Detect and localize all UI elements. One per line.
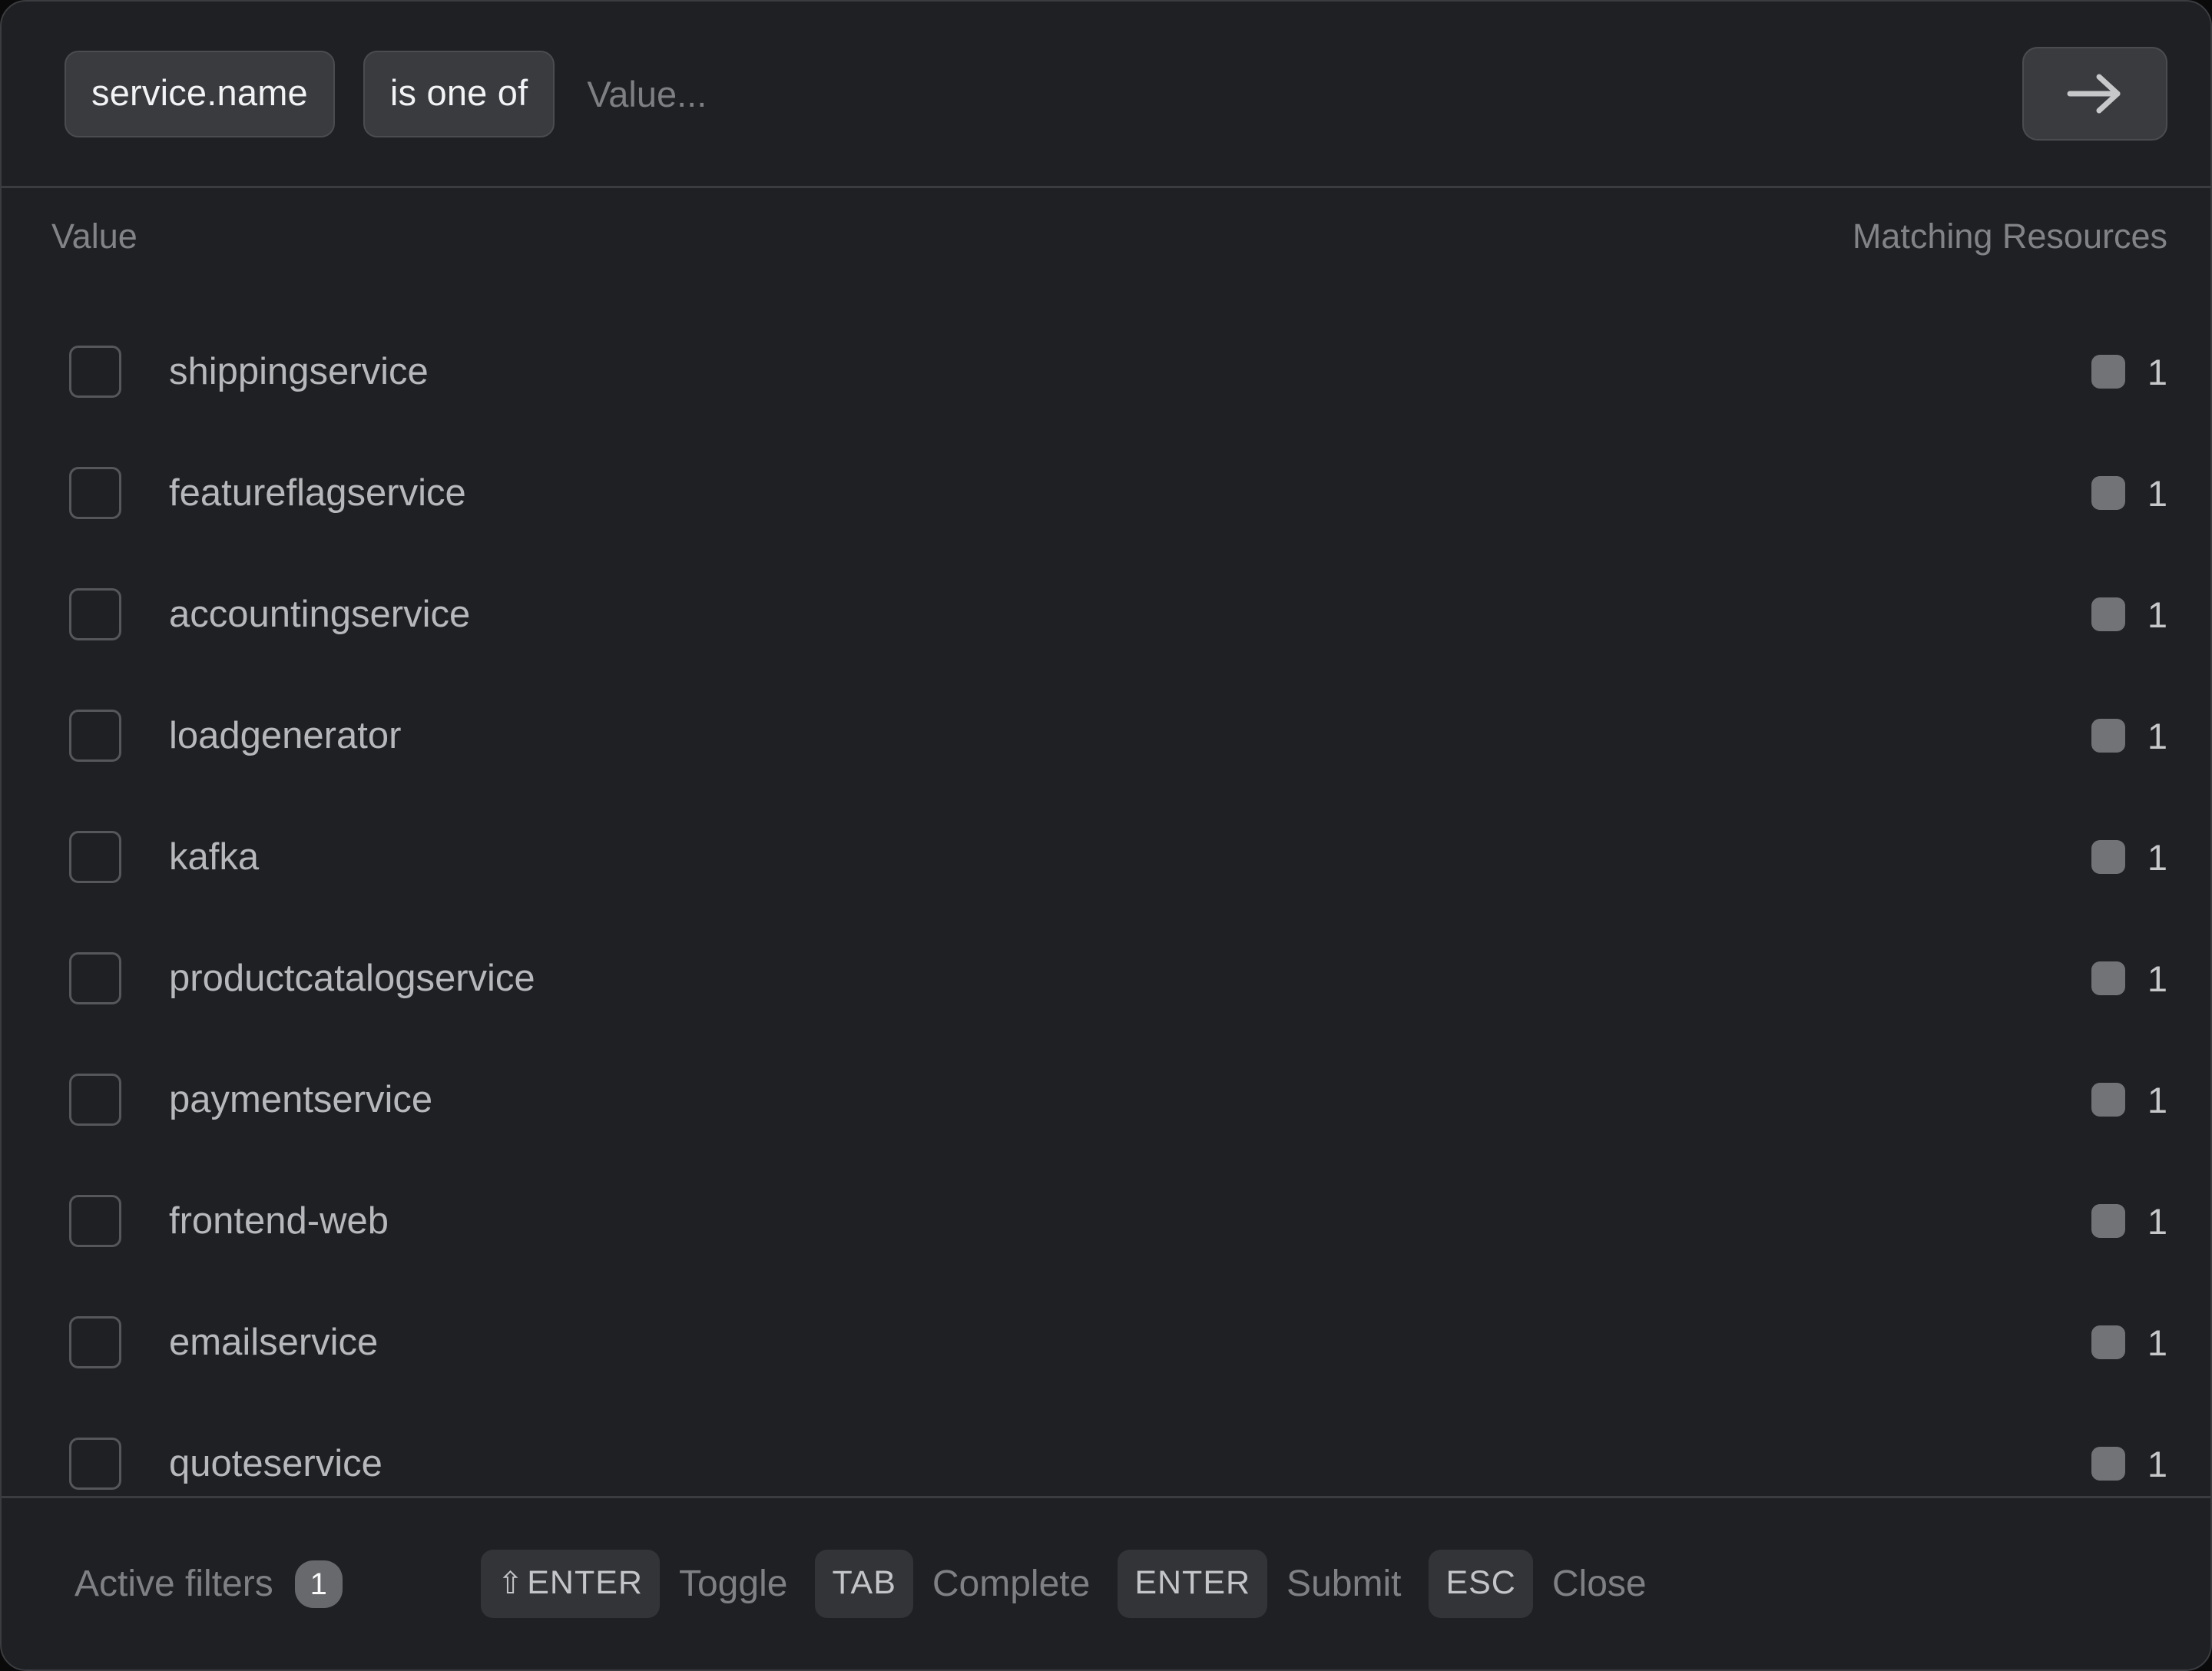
option-checkbox[interactable] [69, 1438, 121, 1490]
matching-resources-cell: 1 [2091, 475, 2167, 511]
matching-resources-count: 1 [2147, 961, 2167, 997]
matching-resources-count: 1 [2147, 1325, 2167, 1361]
list-column-headers: Value Matching Resources [2, 188, 2210, 283]
shortcut-key-label: TAB [832, 1567, 896, 1600]
resource-swatch-icon [2091, 1083, 2125, 1117]
filter-value-picker-panel: service.name is one of Value... Value Ma… [0, 0, 2212, 1671]
option-label: emailservice [169, 1324, 2091, 1362]
resource-swatch-icon [2091, 1204, 2125, 1238]
active-filters-label: Active filters [75, 1566, 273, 1603]
option-checkbox[interactable] [69, 346, 121, 398]
matching-resources-count: 1 [2147, 597, 2167, 633]
value-option-row[interactable]: emailservice 1 [2, 1282, 2210, 1403]
value-option-row[interactable]: accountingservice 1 [2, 554, 2210, 675]
option-label: shippingservice [169, 353, 2091, 391]
value-options-list: shippingservice1featureflagservice1accou… [2, 283, 2210, 1496]
matching-resources-count: 1 [2147, 354, 2167, 390]
shortcut-key-chip[interactable]: TAB [815, 1550, 912, 1618]
resource-swatch-icon [2091, 719, 2125, 753]
value-option-row[interactable]: featureflagservice 1 [2, 432, 2210, 554]
matching-resources-cell: 1 [2091, 1325, 2167, 1361]
matching-resources-cell: 1 [2091, 1203, 2167, 1239]
matching-resources-cell: 1 [2091, 354, 2167, 390]
resource-swatch-icon [2091, 476, 2125, 510]
option-label: featureflagservice [169, 475, 2091, 512]
resource-swatch-icon [2091, 1325, 2125, 1359]
shortcut-action-label: Complete [932, 1566, 1090, 1603]
resource-swatch-icon [2091, 961, 2125, 995]
active-filters-indicator[interactable]: Active filters 1 [75, 1560, 343, 1608]
shortcut-key-label: ENTER [527, 1567, 643, 1600]
shortcut-hint: TAB Complete [815, 1550, 1090, 1618]
option-label: accountingservice [169, 596, 2091, 634]
matching-resources-count: 1 [2147, 1082, 2167, 1118]
filter-value-input[interactable]: Value... [587, 76, 2022, 112]
matching-resources-count: 1 [2147, 475, 2167, 511]
matching-resources-count: 1 [2147, 839, 2167, 875]
matching-resources-count: 1 [2147, 1203, 2167, 1239]
option-label: paymentservice [169, 1081, 2091, 1119]
column-header-value: Value [51, 219, 1853, 253]
option-label: productcatalogservice [169, 960, 2091, 998]
filter-field-chip[interactable]: service.name [65, 51, 335, 137]
option-checkbox[interactable] [69, 952, 121, 1004]
submit-filter-button[interactable] [2022, 47, 2167, 141]
value-option-row[interactable]: frontend-web 1 [2, 1160, 2210, 1282]
option-checkbox[interactable] [69, 1074, 121, 1126]
value-option-row[interactable]: kafka 1 [2, 796, 2210, 918]
matching-resources-count: 1 [2147, 1446, 2167, 1482]
option-checkbox[interactable] [69, 1195, 121, 1247]
arrow-right-icon [2065, 71, 2125, 117]
shortcut-key-chip[interactable]: ESC [1429, 1550, 1532, 1618]
shortcut-action-label: Close [1552, 1566, 1647, 1603]
footer-bar: Active filters 1 ⇧ENTERToggleTABComplete… [2, 1496, 2210, 1669]
option-checkbox[interactable] [69, 831, 121, 883]
query-bar: service.name is one of Value... [2, 2, 2210, 188]
shortcut-hint: ⇧ENTER Toggle [481, 1550, 788, 1618]
option-checkbox[interactable] [69, 710, 121, 762]
value-options-scroll-area[interactable]: shippingservice1featureflagservice1accou… [2, 283, 2210, 1496]
value-option-row[interactable]: productcatalogservice 1 [2, 918, 2210, 1039]
matching-resources-cell: 1 [2091, 1446, 2167, 1482]
shortcut-key-chip[interactable]: ⇧ENTER [481, 1550, 660, 1618]
filter-operator-chip[interactable]: is one of [363, 51, 555, 137]
active-filters-count-badge: 1 [295, 1560, 343, 1608]
resource-swatch-icon [2091, 597, 2125, 631]
shortcut-hint: ENTER Submit [1118, 1550, 1401, 1618]
shortcut-action-label: Submit [1286, 1566, 1401, 1603]
option-label: kafka [169, 839, 2091, 876]
option-checkbox[interactable] [69, 467, 121, 519]
resource-swatch-icon [2091, 355, 2125, 389]
matching-resources-count: 1 [2147, 718, 2167, 754]
column-header-matching-resources: Matching Resources [1853, 219, 2167, 253]
value-option-row[interactable]: loadgenerator 1 [2, 675, 2210, 796]
option-label: frontend-web [169, 1203, 2091, 1240]
option-label: quoteservice [169, 1445, 2091, 1483]
value-option-row[interactable]: quoteservice 1 [2, 1403, 2210, 1496]
shortcut-key-label: ENTER [1134, 1567, 1250, 1600]
keyboard-shortcut-hints: ⇧ENTERToggleTABCompleteENTERSubmitESCClo… [481, 1550, 2164, 1618]
shortcut-key-chip[interactable]: ENTER [1118, 1550, 1267, 1618]
option-label: loadgenerator [169, 717, 2091, 755]
value-option-row[interactable]: shippingservice 1 [2, 311, 2210, 432]
matching-resources-cell: 1 [2091, 961, 2167, 997]
shortcut-action-label: Toggle [679, 1566, 787, 1603]
resource-swatch-icon [2091, 1447, 2125, 1481]
value-option-row[interactable]: paymentservice 1 [2, 1039, 2210, 1160]
matching-resources-cell: 1 [2091, 718, 2167, 754]
matching-resources-cell: 1 [2091, 1082, 2167, 1118]
shortcut-key-label: ESC [1445, 1567, 1515, 1600]
matching-resources-cell: 1 [2091, 597, 2167, 633]
shift-up-arrow-icon: ⇧ [498, 1568, 525, 1599]
matching-resources-cell: 1 [2091, 839, 2167, 875]
shortcut-hint: ESC Close [1429, 1550, 1646, 1618]
option-checkbox[interactable] [69, 1316, 121, 1368]
option-checkbox[interactable] [69, 588, 121, 640]
resource-swatch-icon [2091, 840, 2125, 874]
